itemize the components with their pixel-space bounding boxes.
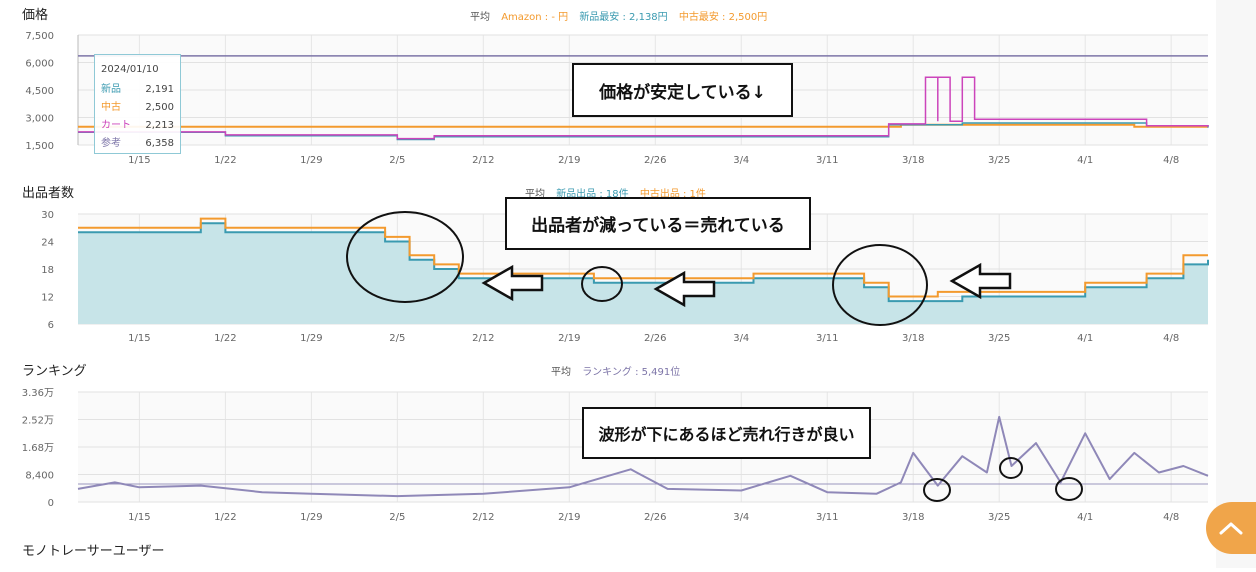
x-tick-label: 2/26: [644, 155, 666, 166]
x-tick-label: 1/22: [214, 333, 236, 344]
y-tick-label: 3,000: [25, 114, 54, 125]
y-tick-label: 8,400: [25, 471, 54, 482]
scroll-to-top-button[interactable]: [1206, 502, 1256, 554]
x-tick-label: 3/11: [816, 155, 838, 166]
x-tick-label: 3/4: [733, 155, 749, 166]
x-tick-label: 3/25: [988, 155, 1010, 166]
tooltip-date: 2024/01/10: [101, 64, 159, 75]
tooltip-row-cart: カート 2,213: [101, 117, 174, 135]
x-tick-label: 1/22: [214, 155, 236, 166]
x-tick-label: 2/12: [472, 333, 494, 344]
x-tick-label: 2/19: [558, 333, 580, 344]
x-tick-label: 2/5: [389, 155, 405, 166]
x-tick-label: 4/8: [1163, 512, 1179, 523]
x-tick-label: 2/26: [644, 333, 666, 344]
x-tick-label: 3/25: [988, 512, 1010, 523]
tooltip-value-new: 2,191: [145, 84, 174, 95]
ranking-legend: ランキング : 5,491位: [582, 367, 681, 378]
wave-note-callout: 波形が下にあるほど売れ行きが良い: [582, 407, 871, 459]
ranking-avg-label: 平均: [551, 367, 571, 378]
y-tick-label: 0: [48, 498, 54, 509]
x-tick-label: 2/5: [389, 512, 405, 523]
price-section-title: 価格: [22, 8, 49, 23]
y-tick-label: 12: [41, 293, 54, 304]
right-margin: [1216, 0, 1256, 568]
x-tick-label: 4/1: [1077, 512, 1093, 523]
x-tick-label: 1/15: [128, 333, 150, 344]
tooltip-value-used: 2,500: [145, 102, 174, 113]
tooltip-row-used: 中古 2,500: [101, 99, 174, 117]
y-tick-label: 30: [41, 210, 54, 221]
x-tick-label: 3/4: [733, 512, 749, 523]
x-tick-label: 1/29: [300, 155, 322, 166]
price-average-legend: 平均 Amazon : - 円 新品最安 : 2,138円 中古最安 : 2,5…: [470, 8, 767, 23]
price-stable-callout: 価格が安定している↓: [572, 63, 793, 117]
x-tick-label: 3/4: [733, 333, 749, 344]
x-tick-label: 2/5: [389, 333, 405, 344]
ranking-section-title: ランキング: [22, 364, 87, 379]
x-tick-label: 3/18: [902, 155, 924, 166]
x-tick-label: 3/11: [816, 333, 838, 344]
x-tick-label: 1/29: [300, 333, 322, 344]
tooltip-label-reference: 参考: [101, 138, 121, 149]
x-tick-label: 1/22: [214, 512, 236, 523]
x-tick-label: 2/19: [558, 155, 580, 166]
y-tick-label: 2.52万: [22, 416, 54, 427]
tooltip-row-reference: 参考 6,358: [101, 135, 174, 153]
y-tick-label: 18: [41, 265, 54, 276]
y-tick-label: 6,000: [25, 59, 54, 70]
tooltip-label-new: 新品: [101, 84, 121, 95]
amazon-legend: Amazon : - 円: [501, 12, 569, 23]
y-tick-label: 1,500: [25, 141, 54, 152]
ranking-average-legend: 平均 ランキング : 5,491位: [551, 363, 680, 378]
x-tick-label: 1/15: [128, 512, 150, 523]
x-tick-label: 4/1: [1077, 333, 1093, 344]
x-tick-label: 3/25: [988, 333, 1010, 344]
sellers-decreasing-callout: 出品者が減っている＝売れている: [505, 197, 811, 250]
x-tick-label: 2/12: [472, 155, 494, 166]
chevron-up-icon: [1219, 522, 1243, 535]
x-tick-label: 4/8: [1163, 155, 1179, 166]
price-tooltip: 2024/01/10 新品 2,191 中古 2,500 カート 2,213 参…: [94, 54, 181, 154]
x-tick-label: 2/12: [472, 512, 494, 523]
x-tick-label: 4/1: [1077, 155, 1093, 166]
y-tick-label: 24: [41, 238, 54, 249]
y-tick-label: 6: [48, 320, 54, 331]
new-min-legend: 新品最安 : 2,138円: [579, 12, 668, 23]
x-tick-label: 1/15: [128, 155, 150, 166]
seller-section-title: 出品者数: [22, 186, 75, 201]
tooltip-label-cart: カート: [101, 120, 131, 131]
chart-stage: 1/15 1/22 1/29 2/5 2/12 2/19 2/26 3/4 3/11 3/18 3/…: [0, 0, 1256, 568]
y-tick-label: 7,500: [25, 31, 54, 42]
y-tick-label: 3.36万: [22, 388, 54, 399]
tooltip-label-used: 中古: [101, 102, 121, 113]
price-avg-label: 平均: [470, 12, 490, 23]
x-tick-label: 3/18: [902, 333, 924, 344]
x-tick-label: 2/26: [644, 512, 666, 523]
used-min-legend: 中古最安 : 2,500円: [678, 12, 768, 23]
x-tick-label: 3/11: [816, 512, 838, 523]
x-tick-label: 1/29: [300, 512, 322, 523]
y-tick-label: 4,500: [25, 86, 54, 97]
y-tick-label: 1.68万: [22, 443, 54, 454]
tooltip-value-cart: 2,213: [145, 120, 174, 131]
tooltip-value-reference: 6,358: [145, 138, 174, 149]
monotracer-users-title: モノトレーサーユーザー: [22, 544, 165, 559]
x-tick-label: 3/18: [902, 512, 924, 523]
x-tick-label: 4/8: [1163, 333, 1179, 344]
tooltip-row-new: 新品 2,191: [101, 81, 174, 99]
x-tick-label: 2/19: [558, 512, 580, 523]
